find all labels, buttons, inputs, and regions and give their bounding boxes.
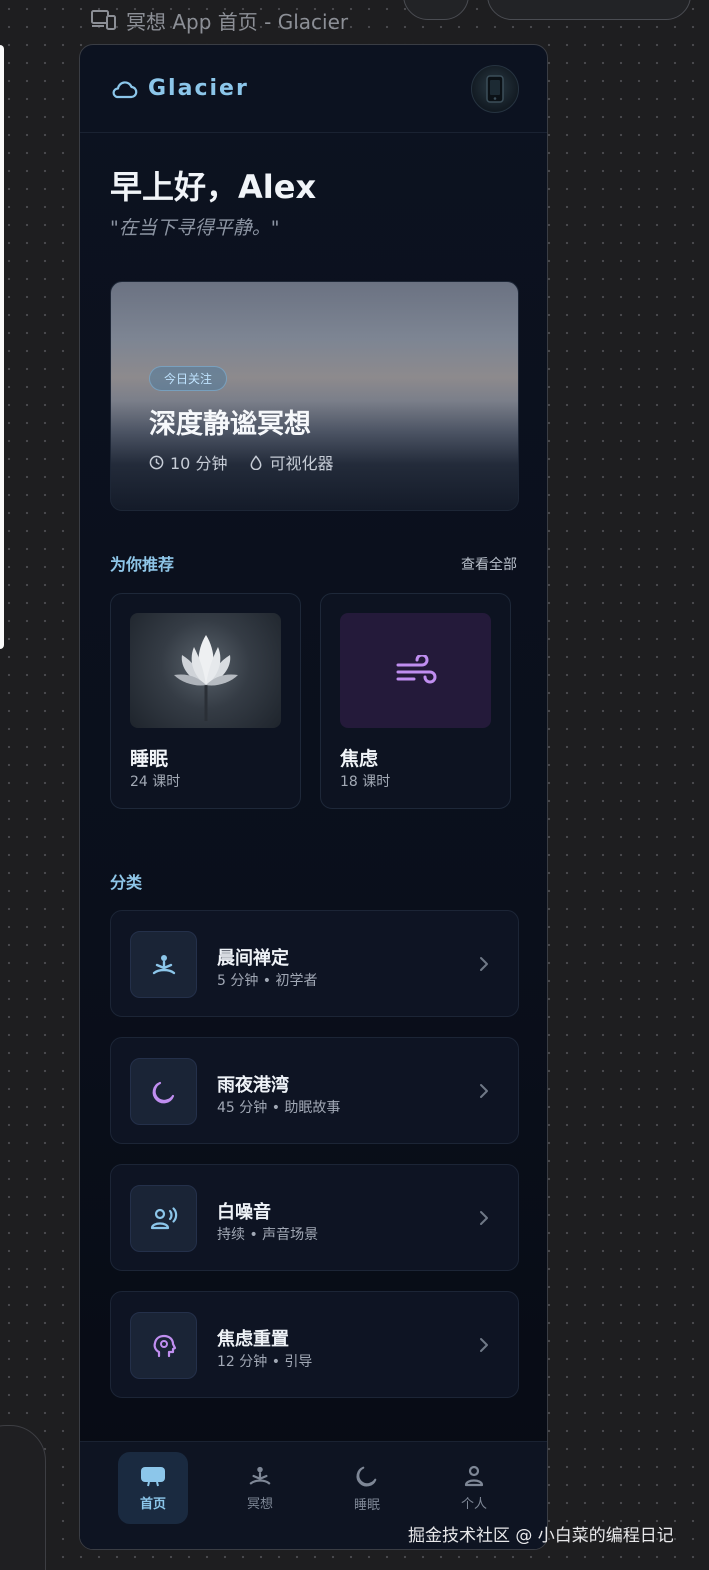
meditation-icon: [152, 954, 175, 974]
wind-thumb: [340, 613, 491, 728]
category-icon-box: [130, 1058, 197, 1125]
nav-item-meditation[interactable]: 冥想: [225, 1452, 295, 1524]
brain-icon: [153, 1334, 176, 1357]
card-sub: 24 课时: [130, 774, 181, 790]
category-title: 白噪音: [217, 1202, 271, 1223]
watermark: 掘金技术社区 @ 小白菜的编程日记: [408, 1526, 674, 1546]
chevron-right-icon: [480, 957, 488, 971]
frame-title-text: 冥想 App 首页 - Glacier: [126, 9, 349, 34]
devices-icon: [91, 10, 116, 30]
category-title: 晨间禅定: [217, 948, 289, 969]
mode: 可视化器: [249, 450, 333, 474]
featured-card[interactable]: 今日关注 深度静谧冥想 10 分钟 可视化器: [110, 281, 519, 511]
nav-label: 睡眠: [353, 1497, 380, 1513]
nav-item-home[interactable]: 首页: [118, 1452, 188, 1524]
featured-meta: 10 分钟 可视化器: [149, 450, 333, 474]
category-sub: 45 分钟 • 助眠故事: [217, 1100, 341, 1116]
phone-icon: [486, 74, 504, 103]
mode-text: 可视化器: [269, 454, 334, 473]
quote: "在当下寻得平静。": [110, 217, 280, 239]
moon-icon: [152, 1081, 174, 1103]
category-sub: 持续 • 声音场景: [217, 1227, 319, 1243]
card-title: 焦虑: [340, 748, 379, 770]
home-icon: [141, 1466, 165, 1486]
featured-tag: 今日关注: [149, 366, 228, 391]
category-sub: 5 分钟 • 初学者: [217, 973, 318, 989]
lotus-image: [130, 613, 281, 728]
toolbar-button-group[interactable]: [487, 0, 691, 20]
person-icon: [464, 1465, 484, 1486]
category-icon-box: [130, 931, 197, 998]
chevron-right-icon: [480, 1211, 488, 1225]
brand[interactable]: Glacier: [110, 76, 249, 101]
card-sub: 18 课时: [340, 774, 391, 790]
avatar[interactable]: [471, 64, 519, 113]
category-title: 焦虑重置: [217, 1329, 289, 1350]
category-row-morning[interactable]: 晨间禅定 5 分钟 • 初学者: [110, 910, 519, 1017]
recommend-card-sleep[interactable]: 睡眠 24 课时: [110, 593, 301, 809]
nav-item-profile[interactable]: 个人: [439, 1452, 509, 1524]
category-icon-box: [130, 1185, 197, 1252]
nav-label: 个人: [460, 1496, 487, 1512]
lotus-icon: [173, 634, 238, 721]
chevron-right-icon: [480, 1084, 488, 1098]
corner-panel: [0, 1425, 46, 1570]
voice-icon: [150, 1206, 177, 1229]
frame-title: 冥想 App 首页 - Glacier: [90, 7, 349, 34]
card-title: 睡眠: [130, 748, 169, 770]
chevron-right-icon: [480, 1338, 488, 1352]
see-all-link[interactable]: 查看全部: [461, 554, 517, 574]
moon-icon: [356, 1466, 377, 1486]
brand-name: Glacier: [148, 76, 249, 101]
nav-item-sleep[interactable]: 睡眠: [332, 1452, 402, 1524]
category-row-anxiety[interactable]: 焦虑重置 12 分钟 • 引导: [110, 1291, 519, 1398]
side-panel-edge: [0, 45, 4, 649]
category-row-noise[interactable]: 白噪音 持续 • 声音场景: [110, 1164, 519, 1271]
greeting: 早上好，Alex: [110, 168, 317, 206]
category-title: 雨夜港湾: [217, 1075, 289, 1096]
category-heading: 分类: [110, 873, 143, 892]
nav-label: 冥想: [246, 1496, 273, 1512]
toolbar-button[interactable]: [403, 0, 469, 20]
wind-icon: [396, 654, 436, 683]
duration: 10 分钟: [149, 450, 227, 474]
duration-text: 10 分钟: [170, 454, 228, 473]
category-sub: 12 分钟 • 引导: [217, 1354, 313, 1370]
featured-title: 深度静谧冥想: [149, 409, 311, 440]
category-row-rain[interactable]: 雨夜港湾 45 分钟 • 助眠故事: [110, 1037, 519, 1144]
app-header: Glacier: [80, 45, 547, 133]
recommend-heading: 为你推荐: [110, 555, 175, 574]
phone-frame: Glacier 早上好，Alex "在当下寻得平静。" 今日关注 深度静谧冥想 …: [79, 44, 548, 1550]
clock-icon: [149, 455, 164, 469]
meditation-icon: [249, 1466, 271, 1484]
drop-icon: [251, 454, 262, 470]
cloud-icon: [112, 80, 138, 98]
category-icon-box: [130, 1312, 197, 1379]
recommend-card-anxiety[interactable]: 焦虑 18 课时: [320, 593, 511, 809]
nav-label: 首页: [139, 1496, 166, 1512]
